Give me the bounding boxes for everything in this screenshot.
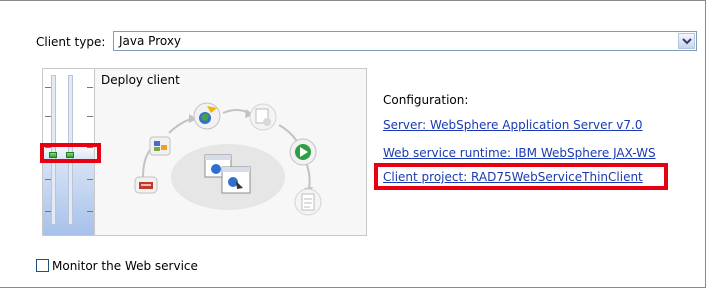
slider-tick xyxy=(87,211,93,212)
slider-tick xyxy=(45,87,51,88)
client-type-value: Java Proxy xyxy=(119,34,182,48)
module-icon xyxy=(149,136,171,156)
slider-tick xyxy=(45,116,51,117)
client-type-dropdown[interactable]: Java Proxy xyxy=(113,31,697,51)
slider-tick xyxy=(45,179,51,180)
document-icon xyxy=(294,188,322,216)
chevron-down-icon[interactable] xyxy=(678,33,695,49)
run-icon xyxy=(289,138,317,166)
globe-icon xyxy=(193,102,221,130)
server-link[interactable]: Server: WebSphere Application Server v7.… xyxy=(383,118,642,132)
deploy-client-illustration: Deploy client xyxy=(94,68,367,236)
slider-highlight xyxy=(40,143,101,163)
slider-tick xyxy=(87,116,93,117)
slider-tick xyxy=(87,179,93,180)
client-project-link[interactable]: Client project: RAD75WebServiceThinClien… xyxy=(383,170,643,184)
top-divider xyxy=(0,0,705,1)
deploy-workflow-diagram xyxy=(134,102,322,216)
web-service-runtime-link[interactable]: Web service runtime: IBM WebSphere JAX-W… xyxy=(383,146,656,160)
client-configuration-panel: Client type: Java Proxy Deploy client Co… xyxy=(0,0,706,288)
slider-tick xyxy=(87,87,93,88)
server-icon xyxy=(134,176,158,194)
monitor-web-service-label: Monitor the Web service xyxy=(52,259,198,273)
monitor-web-service-checkbox[interactable] xyxy=(36,259,49,272)
client-type-label: Client type: xyxy=(36,35,106,49)
page-icon xyxy=(249,103,277,131)
slider-tick xyxy=(45,211,51,212)
configuration-heading: Configuration: xyxy=(383,93,469,107)
